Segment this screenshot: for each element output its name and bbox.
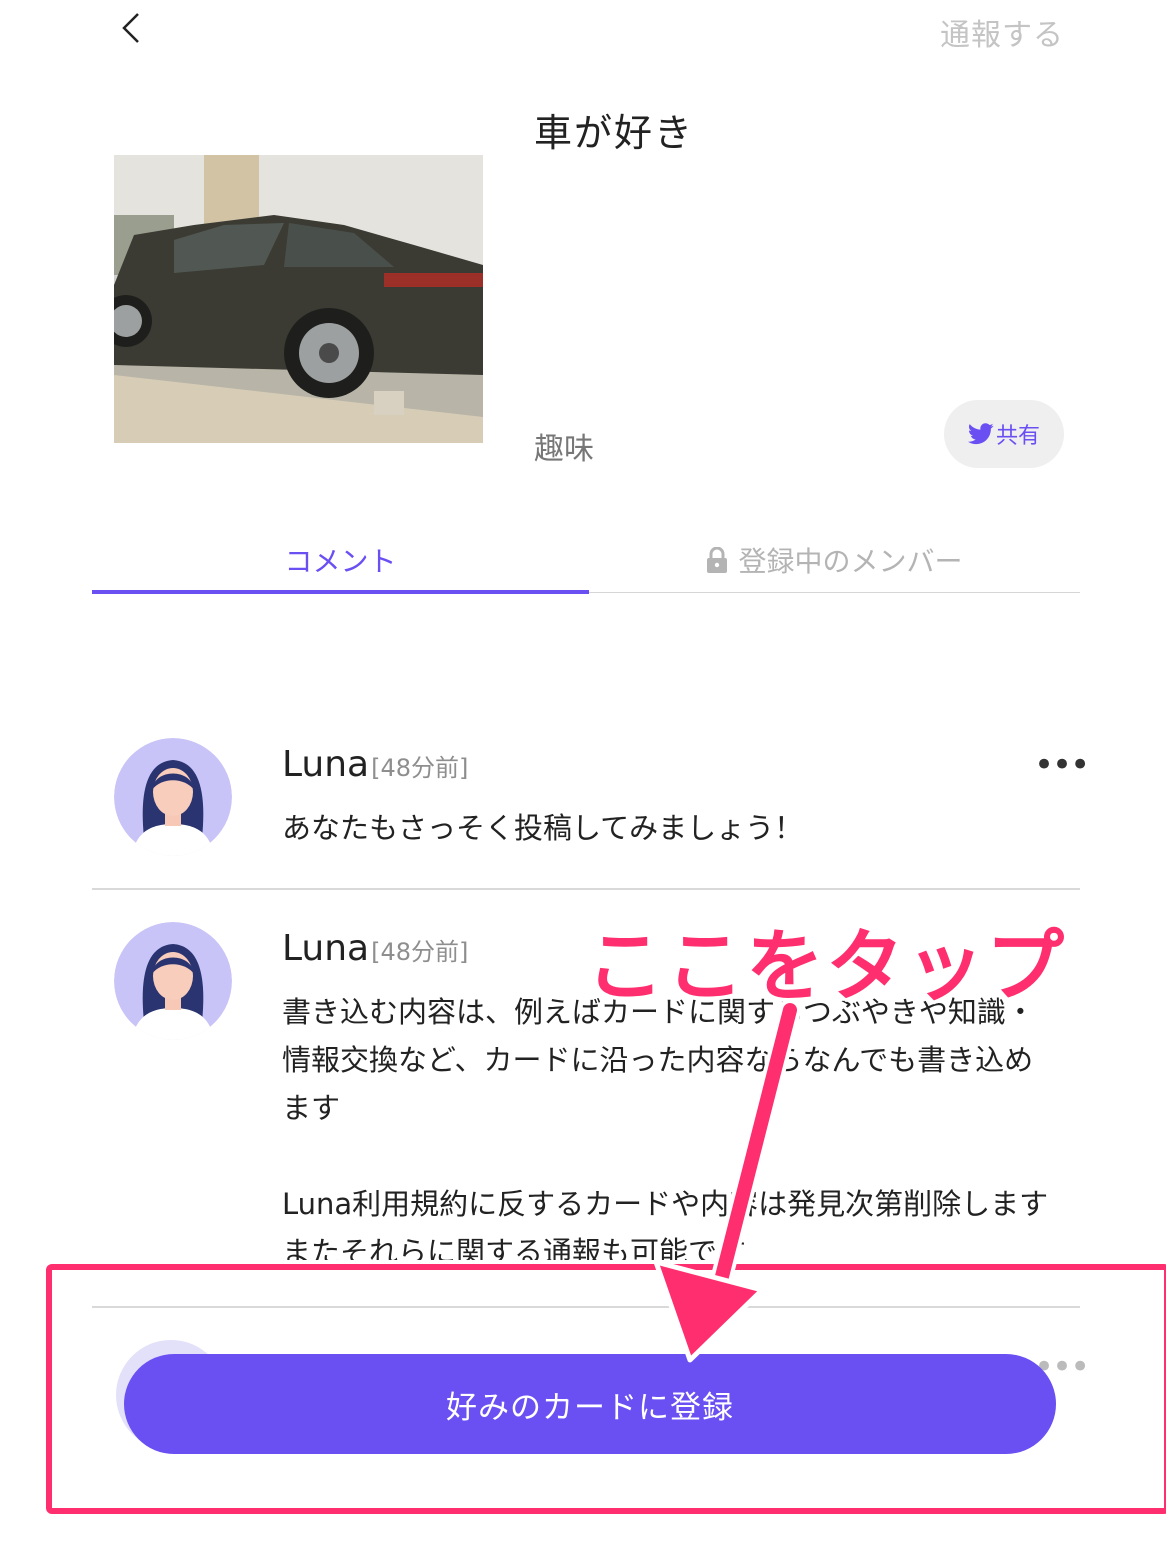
comment-timestamp: [48分前] <box>371 754 469 782</box>
comment-timestamp: [48分前] <box>371 938 469 966</box>
share-button[interactable]: 共有 <box>944 400 1064 468</box>
twitter-bird-icon <box>967 423 994 445</box>
avatar <box>114 922 232 1040</box>
comment-username-text: Luna <box>282 744 370 785</box>
user-avatar-icon <box>114 738 232 856</box>
comment-divider <box>92 888 1080 890</box>
card-title: 車が好き <box>534 111 695 155</box>
annotation-label: ここをタップ <box>586 922 1067 1012</box>
annotation-highlight-box <box>46 1264 1166 1514</box>
car-photo <box>114 155 483 443</box>
tab-members[interactable]: 登録中のメンバー <box>589 530 1080 590</box>
chevron-left-icon <box>122 13 139 43</box>
comment-username: Luna[48分前] <box>282 744 468 785</box>
comment-body: あなたもさっそく投稿してみましょう！ <box>282 811 804 845</box>
share-label: 共有 <box>995 424 1040 449</box>
more-options-icon[interactable]: ••• <box>1034 748 1090 782</box>
tab-comments-label: コメント <box>284 545 397 578</box>
comment-body: 書き込む内容は、例えばカードに関するつぶやきや知識・情報交換など、カードに沿った… <box>282 995 1049 1260</box>
back-button[interactable] <box>112 8 152 48</box>
tab-active-indicator <box>92 590 589 594</box>
card-image <box>114 155 483 443</box>
tab-comments[interactable]: コメント <box>92 530 589 590</box>
report-button[interactable]: 通報する <box>940 10 1064 54</box>
avatar <box>114 738 232 856</box>
lock-icon <box>707 547 728 573</box>
comment-username: Luna[48分前] <box>282 928 468 969</box>
user-avatar-icon <box>114 922 232 1040</box>
card-category: 趣味 <box>534 432 594 467</box>
comment-username-text: Luna <box>282 928 370 969</box>
tab-members-label: 登録中のメンバー <box>738 545 963 578</box>
